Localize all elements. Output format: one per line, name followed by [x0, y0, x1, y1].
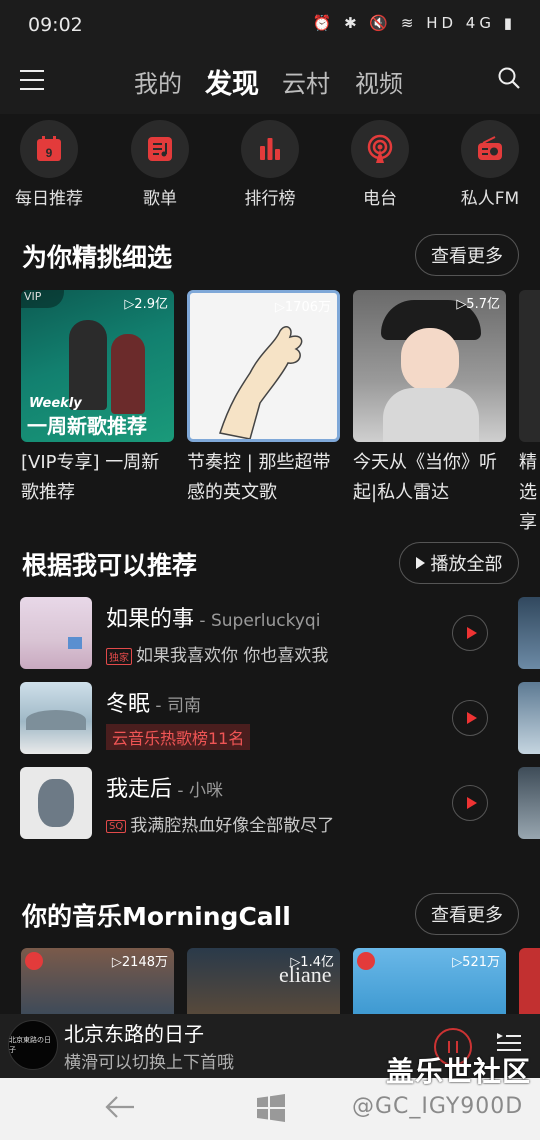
player-subtitle: 横滑可以切换上下首哦: [64, 1053, 234, 1073]
quick-radio[interactable]: 电台: [325, 120, 435, 209]
morning-more-button[interactable]: 查看更多: [415, 893, 519, 935]
quick-label: 歌单: [143, 189, 177, 209]
cover-caption: 一周新歌推荐: [27, 414, 147, 438]
play-count: ▷1.4亿: [290, 955, 334, 970]
quick-daily[interactable]: 9 每日推荐: [0, 120, 104, 209]
album-disc: 北京東路の日子: [8, 1020, 58, 1070]
song-cover: [20, 682, 92, 754]
playlist-title: 节奏控 | 那些超带感的英文歌: [187, 452, 331, 503]
play-count: ▷1706万: [274, 300, 331, 315]
playlist-icon: [131, 120, 189, 178]
windows-logo-icon[interactable]: [256, 1094, 286, 1122]
play-all-label: 播放全部: [430, 554, 503, 575]
calendar-day: 9: [46, 146, 53, 160]
exclusive-tag: 独家: [106, 647, 132, 665]
picks-more-button[interactable]: 查看更多: [415, 234, 519, 276]
status-time: 09:02: [28, 14, 83, 36]
chart-bars-icon: [241, 120, 299, 178]
quick-label: 排行榜: [244, 189, 296, 209]
calendar-icon: 9: [20, 120, 78, 178]
play-count: ▷2.9亿: [124, 297, 168, 312]
tab-community[interactable]: 云村: [282, 64, 330, 99]
chart-rank-badge: 云音乐热歌榜11名: [106, 724, 251, 750]
tab-discover[interactable]: 发现: [205, 62, 259, 101]
section-title-morning: 你的音乐MorningCall: [22, 902, 291, 931]
song-row[interactable]: 我走后 - 小咪 SQ 我满腔热血好像全部散尽了: [20, 767, 540, 839]
playlist-queue-icon[interactable]: [496, 1030, 522, 1052]
playlist-cover: [519, 290, 540, 442]
song-subtitle: SQ 我满腔热血好像全部散尽了: [106, 811, 334, 836]
song-artist: - 司南: [150, 696, 201, 716]
radio-tower-icon: [351, 120, 409, 178]
playlist-card[interactable]: ▷5.7亿 今天从《当你》听起|私人雷达: [353, 290, 506, 508]
song-title: 我走后 - 小咪: [106, 777, 223, 802]
cover-caption-small: Weekly: [29, 396, 82, 411]
playlist-card[interactable]: 精选享: [519, 290, 540, 538]
playlist-cover: ▷1706万: [187, 290, 340, 442]
play-count: ▷2148万: [111, 955, 168, 970]
song-subtitle: 独家 如果我喜欢你 你也喜欢我: [106, 641, 328, 666]
sq-tag: SQ: [106, 819, 127, 833]
song-artist: - 小咪: [172, 781, 223, 801]
song-cover: [20, 597, 92, 669]
song-title: 冬眠 - 司南: [106, 692, 201, 717]
playlist-cover: ▷5.7亿: [353, 290, 506, 442]
playlist-cover: VIP Weekly 一周新歌推荐 ▷2.9亿: [21, 290, 174, 442]
quick-label: 私人FM: [460, 189, 520, 209]
play-count: ▷5.7亿: [456, 297, 500, 312]
play-icon: [415, 557, 425, 569]
section-title-recommend: 根据我可以推荐: [22, 551, 198, 580]
quick-label: 每日推荐: [15, 189, 83, 209]
next-page-peek: [518, 767, 540, 839]
morning-card[interactable]: ▷2148万: [21, 948, 174, 1018]
morning-card[interactable]: ▷521万: [353, 948, 506, 1018]
top-header: [0, 56, 540, 114]
tab-video[interactable]: 视频: [355, 64, 403, 99]
quick-playlist[interactable]: 歌单: [105, 120, 215, 209]
song-artist: - Superluckyqi: [194, 611, 321, 631]
search-icon[interactable]: [498, 67, 520, 89]
menu-icon[interactable]: [20, 70, 44, 90]
song-row[interactable]: 如果的事 - Superluckyqi 独家 如果我喜欢你 你也喜欢我: [20, 597, 540, 669]
vip-badge: VIP: [21, 290, 64, 308]
song-play-button[interactable]: [452, 785, 488, 821]
playlist-title: 精选享: [519, 452, 537, 533]
song-title: 如果的事 - Superluckyqi: [106, 607, 321, 632]
play-count: ▷521万: [452, 955, 500, 970]
play-all-button[interactable]: 播放全部: [399, 542, 519, 584]
player-title: 北京东路的日子: [64, 1022, 204, 1046]
watermark-handle: @GC_IGY900D: [352, 1094, 524, 1119]
song-cover: [20, 767, 92, 839]
playlist-title: 今天从《当你》听起|私人雷达: [353, 452, 497, 503]
song-subtitle: 云音乐热歌榜11名: [106, 724, 251, 750]
next-page-peek: [518, 682, 540, 754]
back-arrow-icon[interactable]: [104, 1094, 136, 1120]
song-play-button[interactable]: [452, 700, 488, 736]
section-title-picks: 为你精挑细选: [22, 243, 173, 272]
morning-card[interactable]: eliane ▷1.4亿: [187, 948, 340, 1018]
song-play-button[interactable]: [452, 615, 488, 651]
quick-fm[interactable]: 私人FM: [435, 120, 540, 209]
song-row[interactable]: 冬眠 - 司南 云音乐热歌榜11名: [20, 682, 540, 754]
status-icons: ⏰ ✱ 🔇 ≋ HD 4G ▮: [312, 14, 516, 32]
morning-card[interactable]: [519, 948, 540, 1018]
playlist-title: [VIP专享] 一周新歌推荐: [21, 452, 160, 503]
quick-label: 电台: [363, 189, 397, 209]
quick-charts[interactable]: 排行榜: [215, 120, 325, 209]
fm-radio-icon: [461, 120, 519, 178]
next-page-peek: [518, 597, 540, 669]
watermark-text: 盖乐世社区: [386, 1055, 532, 1088]
playlist-card[interactable]: VIP Weekly 一周新歌推荐 ▷2.9亿 [VIP专享] 一周新歌推荐: [21, 290, 174, 508]
playlist-card[interactable]: ▷1706万 节奏控 | 那些超带感的英文歌: [187, 290, 340, 508]
tab-mine[interactable]: 我的: [134, 64, 182, 99]
